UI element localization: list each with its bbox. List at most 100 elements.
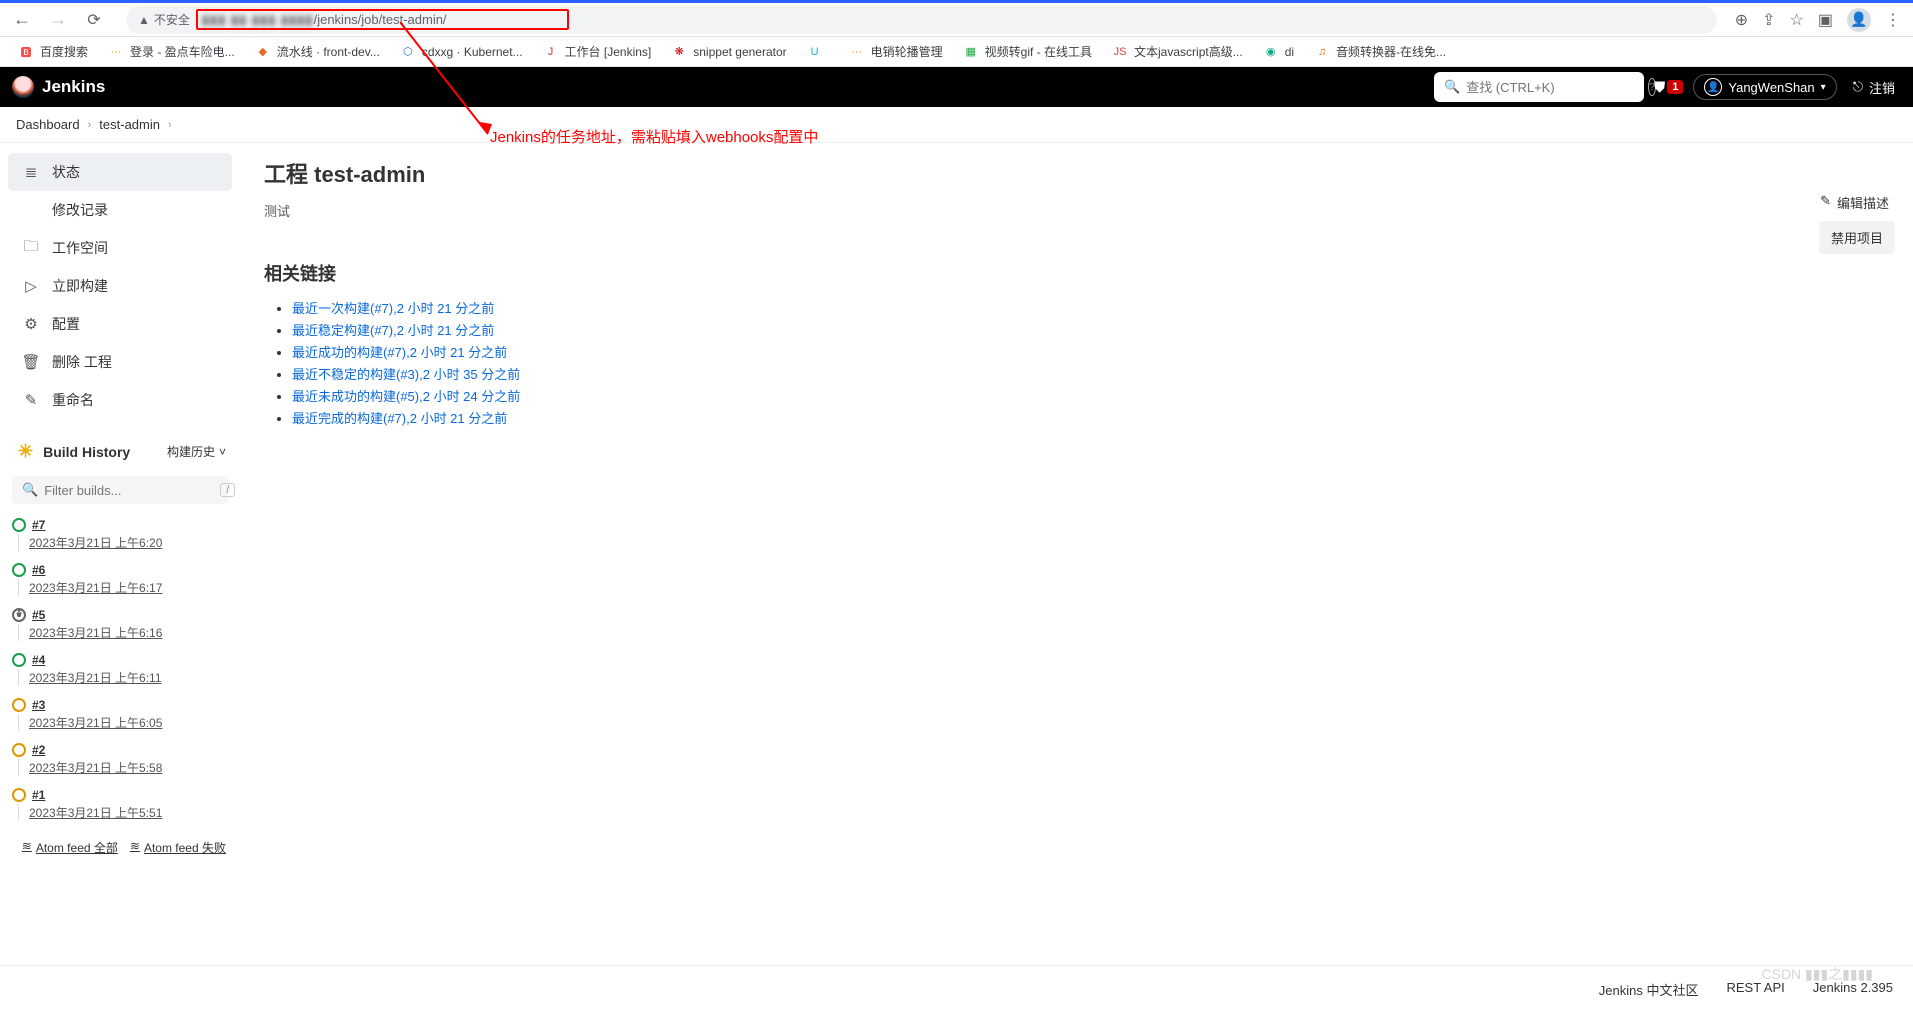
search-input[interactable] bbox=[1466, 80, 1642, 95]
sidebar-item[interactable]: ⚙配置 bbox=[8, 305, 232, 343]
user-menu[interactable]: 👤 YangWenShan ▾ bbox=[1693, 74, 1836, 100]
build-date[interactable]: 2023年3月21日 上午6:05 bbox=[18, 714, 228, 731]
bookmark-item[interactable]: J工作台 [Jenkins] bbox=[535, 39, 660, 64]
search-box[interactable]: 🔍 ? bbox=[1434, 72, 1644, 102]
build-entry[interactable]: #3 2023年3月21日 上午6:05 bbox=[12, 694, 228, 739]
build-date[interactable]: 2023年3月21日 上午6:17 bbox=[18, 579, 228, 596]
related-link-item: 最近未成功的构建(#5),2 小时 24 分之前 bbox=[292, 386, 1889, 405]
atom-feed-fail[interactable]: ≋Atom feed 失败 bbox=[130, 839, 226, 856]
profile-avatar[interactable]: 👤 bbox=[1847, 8, 1871, 32]
breadcrumb-item[interactable]: test-admin bbox=[93, 117, 166, 132]
footer-community-link[interactable]: Jenkins 中文社区 bbox=[1599, 980, 1699, 999]
build-filter[interactable]: 🔍 / bbox=[12, 476, 228, 504]
bookmark-item[interactable]: ▦视频转gif - 在线工具 bbox=[955, 39, 1100, 64]
alerts-badge[interactable]: ⛊ 1 bbox=[1654, 79, 1683, 96]
build-date[interactable]: 2023年3月21日 上午6:20 bbox=[18, 534, 228, 551]
bookmark-label: 工作台 [Jenkins] bbox=[565, 43, 652, 60]
build-entry[interactable]: #7 2023年3月21日 上午6:20 bbox=[12, 514, 228, 559]
sidebar-item-icon: ✎ bbox=[22, 391, 40, 409]
bookmark-item[interactable]: ···登录 - 盈点车险电... bbox=[100, 39, 243, 64]
bookmark-label: cdxxg · Kubernet... bbox=[422, 45, 523, 59]
sidebar-item-label: 立即构建 bbox=[52, 276, 108, 296]
build-date[interactable]: 2023年3月21日 上午5:58 bbox=[18, 759, 228, 776]
related-link[interactable]: 最近未成功的构建(#5),2 小时 24 分之前 bbox=[292, 389, 520, 404]
breadcrumb-item[interactable]: Dashboard bbox=[10, 117, 86, 132]
build-entry[interactable]: #4 2023年3月21日 上午6:11 bbox=[12, 649, 228, 694]
build-number[interactable]: #1 bbox=[32, 788, 45, 802]
project-description: 测试 bbox=[264, 201, 1889, 220]
extensions-icon[interactable]: ▣ bbox=[1818, 10, 1833, 30]
build-number[interactable]: #6 bbox=[32, 563, 45, 577]
build-entry[interactable]: #5 2023年3月21日 上午6:16 bbox=[12, 604, 228, 649]
related-link[interactable]: 最近稳定构建(#7),2 小时 21 分之前 bbox=[292, 323, 494, 338]
related-link[interactable]: 最近成功的构建(#7),2 小时 21 分之前 bbox=[292, 345, 507, 360]
bookmark-item[interactable]: 🅱百度搜索 bbox=[10, 39, 96, 64]
build-number[interactable]: #3 bbox=[32, 698, 45, 712]
build-number[interactable]: #2 bbox=[32, 743, 45, 757]
bookmark-label: 登录 - 盈点车险电... bbox=[130, 43, 235, 60]
chrome-menu-icon[interactable]: ⋮ bbox=[1885, 10, 1901, 30]
bookmark-item[interactable]: JS 文本javascript高级... bbox=[1104, 39, 1251, 64]
star-icon[interactable]: ☆ bbox=[1790, 10, 1804, 30]
share-icon[interactable]: ⇪ bbox=[1762, 10, 1775, 30]
address-bar[interactable]: ▲ 不安全 ▮▮▮ ▮▮ ▮▮▮ ▮▮▮▮/jenkins/job/test-a… bbox=[126, 6, 1717, 34]
rss-icon: ≋ bbox=[130, 839, 140, 856]
build-date[interactable]: 2023年3月21日 上午5:51 bbox=[18, 804, 228, 821]
bookmark-item[interactable]: ❋snippet generator bbox=[663, 40, 794, 64]
jenkins-logo[interactable]: Jenkins bbox=[12, 76, 105, 98]
forward-button[interactable]: → bbox=[44, 9, 72, 30]
related-link[interactable]: 最近一次构建(#7),2 小时 21 分之前 bbox=[292, 301, 494, 316]
bookmark-item[interactable]: ···电销轮播管理 bbox=[841, 39, 951, 64]
build-date[interactable]: 2023年3月21日 上午6:16 bbox=[18, 624, 228, 641]
bookmark-icon: ◉ bbox=[1263, 44, 1279, 60]
back-button[interactable]: ← bbox=[8, 9, 36, 30]
related-link[interactable]: 最近完成的构建(#7),2 小时 21 分之前 bbox=[292, 411, 507, 426]
shield-icon: ⛊ bbox=[1654, 79, 1665, 96]
bookmark-item[interactable]: ◉ di bbox=[1255, 40, 1302, 64]
bookmark-label: 文本javascript高级... bbox=[1134, 43, 1243, 60]
build-entry[interactable]: #2 2023年3月21日 上午5:58 bbox=[12, 739, 228, 784]
sidebar: ≣状态修改记录🗀工作空间▷立即构建⚙配置🗑删除 工程✎重命名 ✳ Build H… bbox=[0, 143, 240, 965]
search-icon: 🔍 bbox=[22, 482, 38, 498]
rss-icon: ≋ bbox=[22, 839, 32, 856]
bookmark-item[interactable]: U bbox=[799, 40, 837, 64]
sidebar-item[interactable]: ✎重命名 bbox=[8, 381, 232, 419]
sidebar-item[interactable]: 🗀工作空间 bbox=[8, 229, 232, 267]
atom-feed-all[interactable]: ≋Atom feed 全部 bbox=[22, 839, 118, 856]
sidebar-item[interactable]: ▷立即构建 bbox=[8, 267, 232, 305]
page-title: 工程 test-admin bbox=[264, 157, 1889, 189]
edit-description-button[interactable]: ✎ 编辑描述 bbox=[1820, 193, 1889, 212]
build-number[interactable]: #5 bbox=[32, 608, 45, 622]
build-filter-input[interactable] bbox=[44, 483, 220, 498]
bookmark-icon: ❋ bbox=[671, 44, 687, 60]
build-history-dropdown[interactable]: 构建历史 ˅ bbox=[167, 443, 226, 460]
build-history-header: ✳ Build History 构建历史 ˅ bbox=[8, 431, 232, 472]
build-number[interactable]: #7 bbox=[32, 518, 45, 532]
reload-button[interactable]: ⟳ bbox=[80, 10, 108, 30]
chevron-right-icon: › bbox=[166, 119, 174, 131]
disable-project-button[interactable]: 禁用项目 bbox=[1819, 221, 1895, 254]
bookmark-icon: JS bbox=[1112, 44, 1128, 60]
build-date[interactable]: 2023年3月21日 上午6:11 bbox=[18, 669, 228, 686]
logout-button[interactable]: ⎋ 注销 bbox=[1847, 78, 1901, 97]
related-link-item: 最近不稳定的构建(#3),2 小时 35 分之前 bbox=[292, 364, 1889, 383]
search-icon: 🔍 bbox=[1444, 79, 1460, 95]
related-links-list: 最近一次构建(#7),2 小时 21 分之前最近稳定构建(#7),2 小时 21… bbox=[264, 298, 1889, 427]
build-entry[interactable]: #6 2023年3月21日 上午6:17 bbox=[12, 559, 228, 604]
build-number[interactable]: #4 bbox=[32, 653, 45, 667]
bookmark-label: di bbox=[1285, 45, 1294, 59]
bookmark-label: 视频转gif - 在线工具 bbox=[985, 43, 1092, 60]
related-link[interactable]: 最近不稳定的构建(#3),2 小时 35 分之前 bbox=[292, 367, 520, 382]
build-status-icon bbox=[12, 698, 26, 712]
bookmark-item[interactable]: ♫音频转换器-在线免... bbox=[1306, 39, 1454, 64]
sidebar-item[interactable]: 修改记录 bbox=[8, 191, 232, 229]
bookmark-item[interactable]: ◆流水线 · front-dev... bbox=[247, 39, 388, 64]
build-status-icon bbox=[12, 518, 26, 532]
sidebar-item[interactable]: ≣状态 bbox=[8, 153, 232, 191]
sidebar-item[interactable]: 🗑删除 工程 bbox=[8, 343, 232, 381]
related-links-heading: 相关链接 bbox=[264, 260, 1889, 286]
build-entry[interactable]: #1 2023年3月21日 上午5:51 bbox=[12, 784, 228, 829]
chrome-search-icon[interactable]: ⊕ bbox=[1735, 10, 1748, 30]
footer-rest-api-link[interactable]: REST API bbox=[1726, 980, 1784, 999]
bookmark-item[interactable]: ⬡cdxxg · Kubernet... bbox=[392, 40, 531, 64]
